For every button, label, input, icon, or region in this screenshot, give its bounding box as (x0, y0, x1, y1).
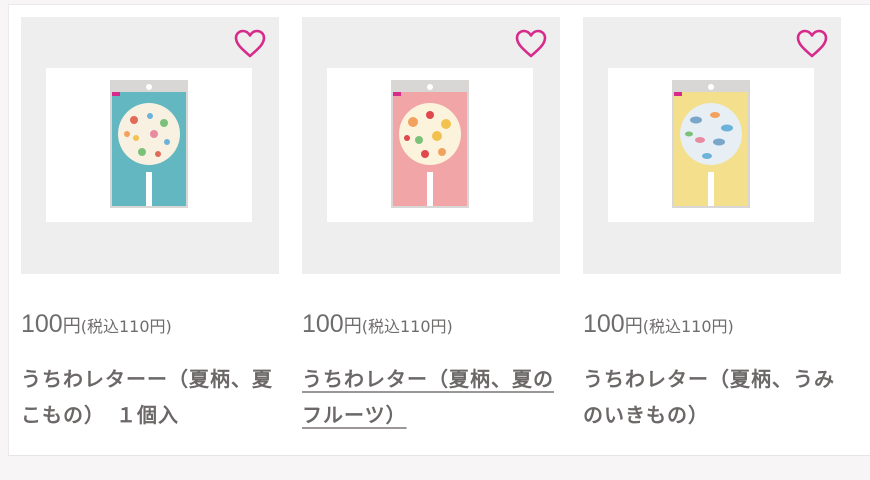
price-value: 100 (583, 310, 625, 338)
heart-icon[interactable] (234, 29, 266, 59)
heart-icon[interactable] (796, 29, 828, 59)
product-image-container[interactable] (302, 17, 560, 274)
price-value: 100 (21, 310, 63, 338)
product-image (608, 68, 814, 222)
price-currency: 円 (62, 316, 81, 337)
product-price: 100円(税込110円) (302, 310, 453, 339)
heart-icon[interactable] (515, 29, 547, 59)
product-title-link[interactable]: うちわレター（夏柄、うみのいきもの） (583, 361, 845, 433)
product-title-link[interactable]: うちわレター（夏柄、夏のフルーツ） (302, 361, 564, 433)
price-tax-note: (税込110円) (642, 317, 734, 336)
product-price: 100円(税込110円) (583, 310, 734, 339)
product-image (46, 68, 252, 222)
price-tax-note: (税込110円) (80, 317, 172, 336)
price-currency: 円 (624, 316, 643, 337)
product-image-container[interactable] (21, 17, 279, 274)
product-price: 100円(税込110円) (21, 310, 172, 339)
product-grid: 100円(税込110円) うちわレターー（夏柄、夏こもの） １個入 100円(税… (8, 4, 870, 456)
product-image (327, 68, 533, 222)
product-title-link[interactable]: うちわレターー（夏柄、夏こもの） １個入 (21, 361, 283, 433)
price-value: 100 (302, 310, 344, 338)
price-currency: 円 (343, 316, 362, 337)
product-image-container[interactable] (583, 17, 841, 274)
price-tax-note: (税込110円) (361, 317, 453, 336)
